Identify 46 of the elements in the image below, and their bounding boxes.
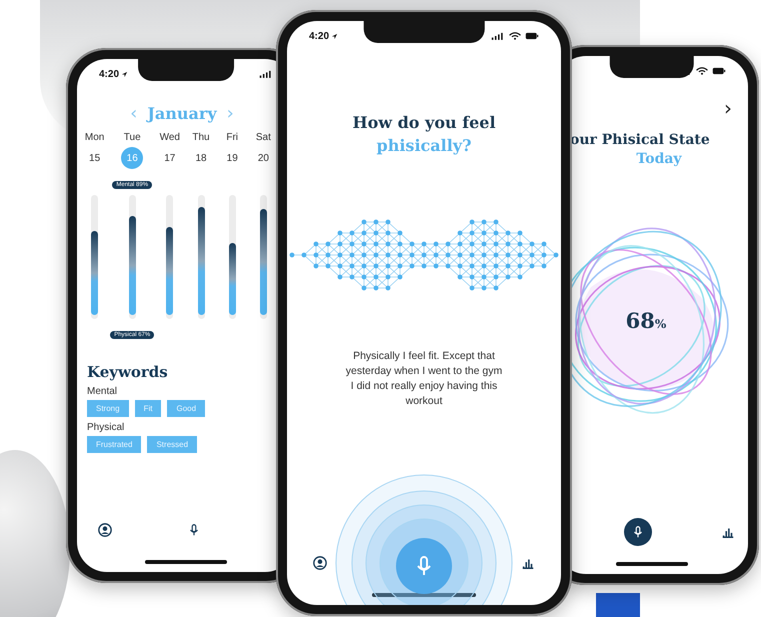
battery-icon <box>712 67 726 75</box>
date-button[interactable]: 18 <box>190 147 212 169</box>
date-button[interactable]: 16 <box>121 147 144 169</box>
weekday-label: Wed <box>160 132 180 143</box>
weekday-label: Tue <box>124 132 141 143</box>
keyword-tag[interactable]: Good <box>167 400 206 417</box>
status-time: 4:20 <box>99 68 120 80</box>
logo-block <box>596 593 640 617</box>
group-label: Physical <box>87 422 126 433</box>
section-heading: Keywords <box>87 363 169 381</box>
location-arrow-icon <box>331 32 338 40</box>
score-unit: % <box>654 317 666 331</box>
nav-button[interactable] <box>624 518 652 546</box>
profile-icon[interactable] <box>313 556 327 570</box>
keyword-tag[interactable]: Fit <box>134 400 162 417</box>
date-button[interactable]: 15 <box>84 147 106 169</box>
signal-icon <box>259 70 273 78</box>
status-time: 4:20 <box>309 30 330 42</box>
date-button[interactable]: 19 <box>221 147 244 169</box>
next-month-button[interactable]: › <box>226 103 234 124</box>
wifi-icon <box>508 32 522 40</box>
date-button[interactable]: 17 <box>158 147 181 169</box>
microphone-icon[interactable] <box>187 523 201 537</box>
keyword-tag[interactable]: Stressed <box>147 436 198 453</box>
date-button[interactable]: 20 <box>252 147 274 169</box>
microphone-icon <box>631 525 645 539</box>
keyword-tag[interactable]: Frustrated <box>87 436 142 453</box>
question-subtitle: phisically? <box>376 136 472 155</box>
score-value: 68 <box>626 308 655 333</box>
next-button[interactable]: › <box>724 96 732 120</box>
weekday-label: Mon <box>84 132 104 143</box>
screen-subtitle: Today <box>635 151 683 167</box>
weekday-label: Thu <box>192 132 210 143</box>
previous-month-button[interactable]: ‹ <box>130 103 138 124</box>
keyword-tag[interactable]: Strong <box>87 400 129 417</box>
question-title: How do you feel <box>352 113 496 132</box>
weekday-label: Fri <box>226 132 238 143</box>
profile-icon[interactable] <box>98 523 112 537</box>
signal-icon <box>491 32 505 40</box>
month-title: January <box>147 104 217 123</box>
transcript-text: Physically I feel fit. Except that yesterday when I went to the gym I did not really enjoy having this workout <box>344 349 504 409</box>
location-arrow-icon <box>121 70 128 78</box>
weekday-label: Sat <box>256 132 271 143</box>
battery-icon <box>525 32 539 40</box>
group-label: Mental <box>87 386 118 397</box>
wifi-icon <box>695 67 709 75</box>
